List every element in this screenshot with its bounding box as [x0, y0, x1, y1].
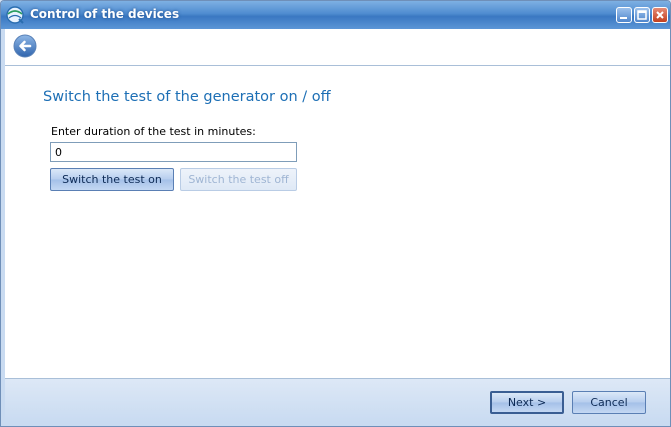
- title-bar[interactable]: Control of the devices: [1, 1, 670, 29]
- window-title: Control of the devices: [30, 7, 180, 21]
- switch-test-on-button[interactable]: Switch the test on: [50, 168, 174, 191]
- duration-input[interactable]: [50, 142, 297, 162]
- cancel-button[interactable]: Cancel: [572, 391, 646, 414]
- navigation-bar: [5, 29, 670, 66]
- app-globe-icon: [5, 5, 25, 25]
- back-button[interactable]: [13, 34, 37, 58]
- minimize-button[interactable]: [616, 7, 632, 23]
- footer-bar: Next > Cancel: [5, 378, 670, 422]
- content-panel: Switch the test of the generator on / of…: [5, 66, 670, 378]
- dialog-window: Control of the devices Switch the test o…: [0, 0, 671, 427]
- close-button[interactable]: [652, 7, 668, 23]
- maximize-button[interactable]: [634, 7, 650, 23]
- minimize-icon: [620, 17, 627, 19]
- duration-label: Enter duration of the test in minutes:: [51, 125, 256, 138]
- back-arrow-icon: [13, 34, 37, 58]
- close-icon: [656, 11, 664, 19]
- maximize-icon: [637, 10, 647, 20]
- next-button[interactable]: Next >: [490, 391, 564, 414]
- page-heading: Switch the test of the generator on / of…: [43, 89, 331, 105]
- switch-test-off-button: Switch the test off: [180, 168, 297, 191]
